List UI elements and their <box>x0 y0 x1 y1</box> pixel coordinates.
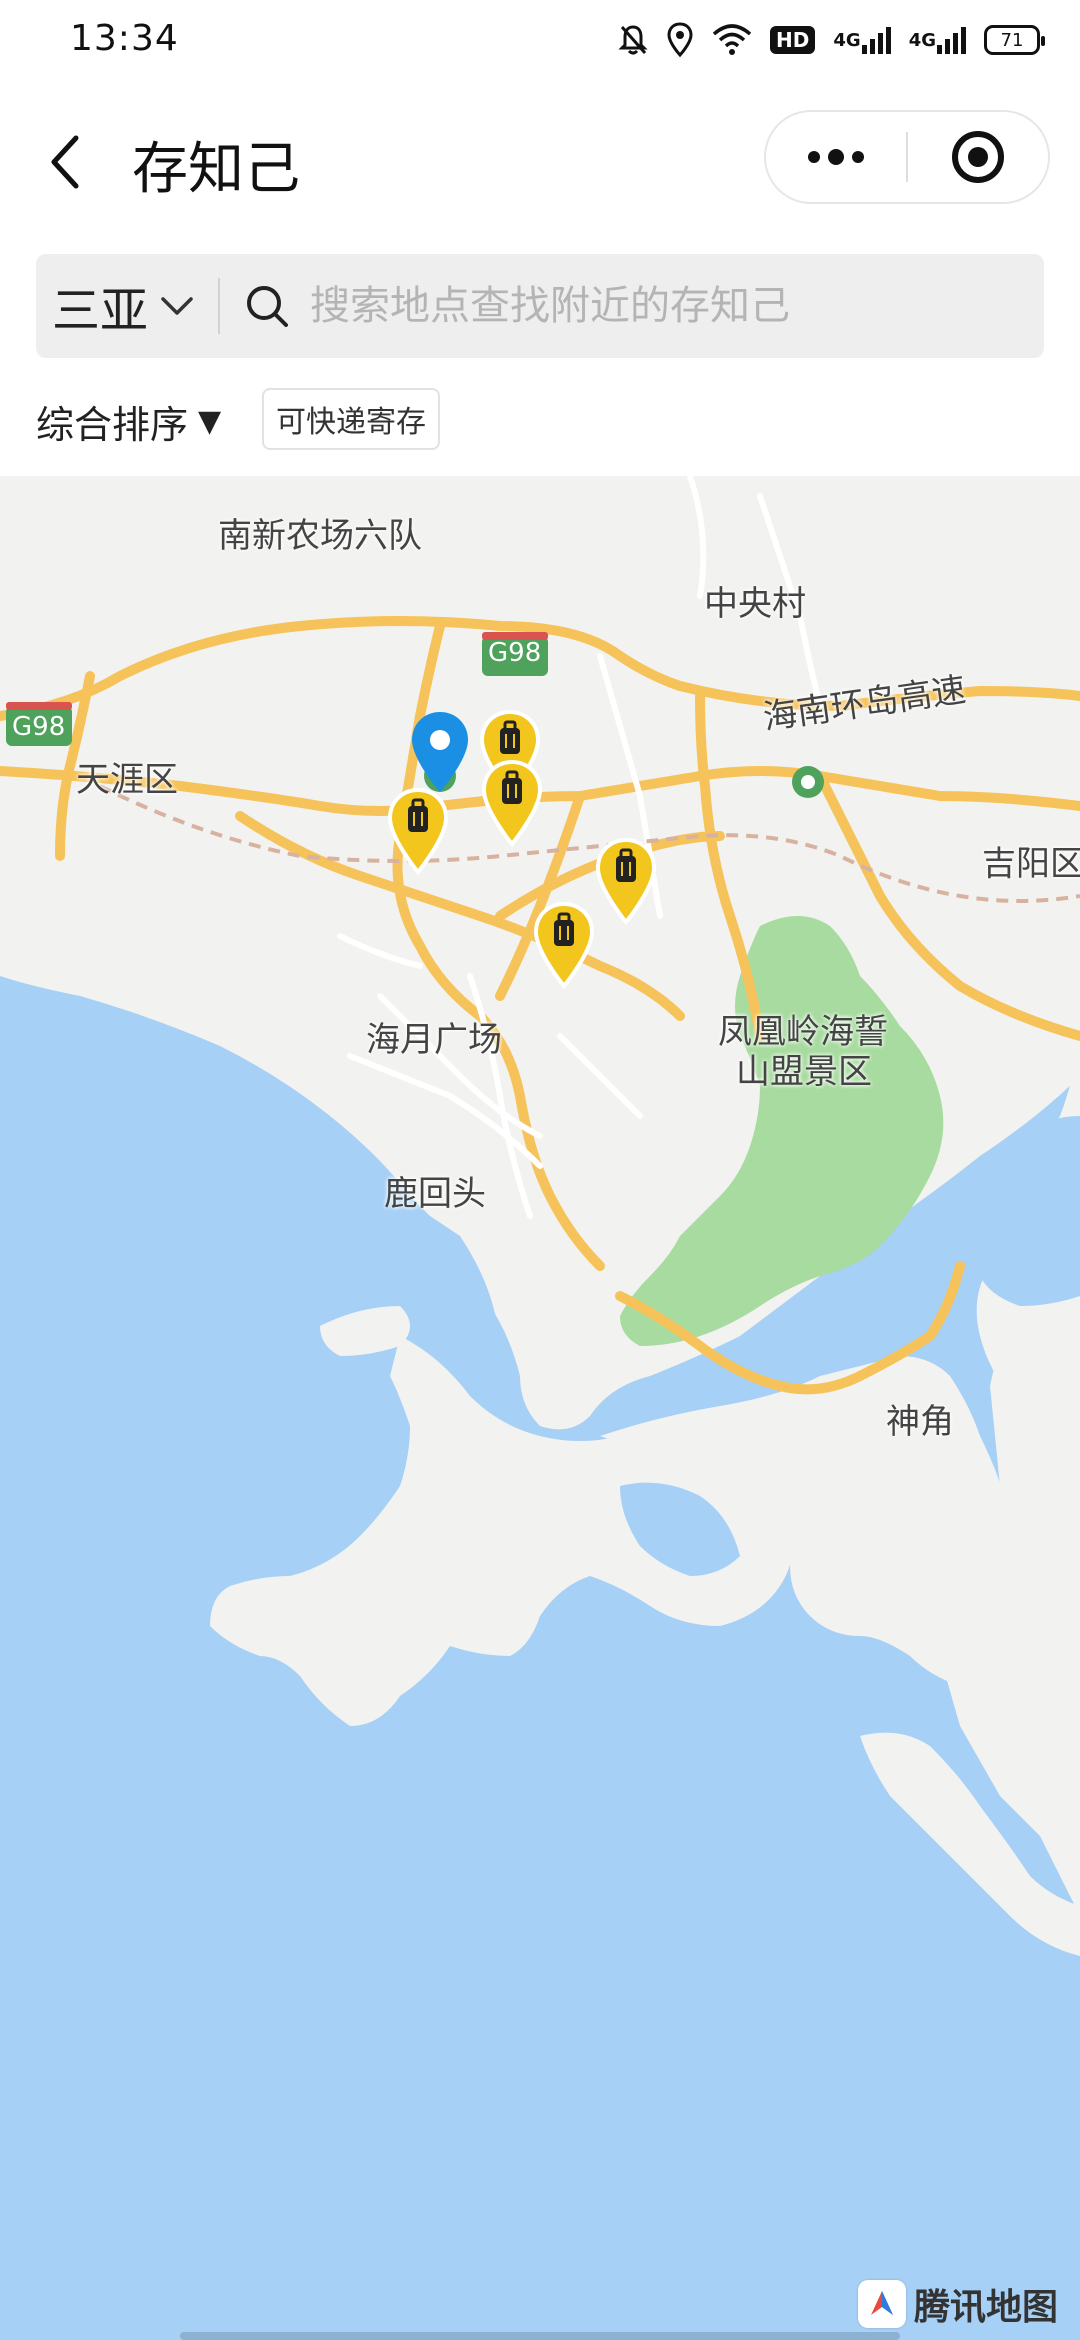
wifi-icon <box>712 24 752 56</box>
highway-shield-g98-top: G98 <box>488 638 542 668</box>
page-title: 存知己 <box>132 137 300 202</box>
map-label-fenghuang-2: 山盟景区 <box>736 1052 872 1092</box>
sort-label: 综合排序 <box>36 403 189 447</box>
hd-icon: HD <box>770 26 816 54</box>
tencent-map-logo: 腾讯地图 <box>857 2278 1058 2330</box>
storage-marker[interactable] <box>594 836 658 928</box>
map-label-luhuitou: 鹿回头 <box>384 1174 486 1214</box>
search-input[interactable] <box>308 282 1013 330</box>
luggage-pin-icon <box>595 837 657 926</box>
sort-dropdown[interactable]: 综合排序 ▼ <box>36 394 221 449</box>
close-button[interactable] <box>908 112 1048 202</box>
city-label: 三亚 <box>52 283 149 339</box>
network-type-2: 4G <box>908 29 936 51</box>
home-indicator[interactable] <box>180 2332 900 2340</box>
more-dots-icon <box>808 149 864 165</box>
chevron-left-icon <box>51 135 79 189</box>
battery-icon: 71 <box>984 25 1045 55</box>
back-button[interactable] <box>40 122 100 202</box>
chevron-down-icon <box>161 297 193 315</box>
filter-bar: 综合排序 ▼ 可快递寄存 <box>0 372 1080 472</box>
luggage-pin-icon <box>387 787 449 876</box>
map-label-shenjiao: 神角 <box>886 1402 954 1442</box>
signal-icon: 4G <box>833 25 891 55</box>
status-time: 13:34 <box>70 18 179 59</box>
more-button[interactable] <box>766 112 906 202</box>
city-selector[interactable]: 三亚 <box>36 254 194 358</box>
mute-icon <box>618 23 648 57</box>
map-label-tianya: 天涯区 <box>76 760 178 800</box>
luggage-pin-icon <box>533 901 595 990</box>
current-location-pin[interactable] <box>408 708 472 798</box>
battery-level: 71 <box>1000 29 1024 51</box>
target-circle-icon <box>951 131 1004 183</box>
storage-marker[interactable] <box>532 900 596 992</box>
storage-marker[interactable] <box>480 758 544 850</box>
logo-text: 腾讯地图 <box>913 2287 1058 2328</box>
highway-shield-g98-left: G98 <box>12 712 66 742</box>
map-view[interactable]: G98 G98 南新农场六队 中央村 海南环岛高速 天涯区 吉阳区 海月广场 凤… <box>0 476 1080 2340</box>
signal-icon-2: 4G <box>909 25 966 55</box>
status-icons: HD 4G 4G 71 <box>618 18 1045 62</box>
status-bar: 13:34 HD 4G 4G 71 <box>0 0 1080 84</box>
storage-marker[interactable] <box>386 786 450 878</box>
express-storage-chip[interactable]: 可快递寄存 <box>262 388 440 450</box>
network-type-1: 4G <box>833 29 861 51</box>
location-icon <box>666 22 694 58</box>
map-label-nanxin: 南新农场六队 <box>218 516 422 556</box>
map-label-haiyue: 海月广场 <box>366 1020 502 1060</box>
map-label-jiyang: 吉阳区 <box>982 844 1080 884</box>
map-label-zhongyang: 中央村 <box>704 584 806 624</box>
title-bar: 存知己 <box>0 84 1080 234</box>
location-pin-icon <box>412 712 468 792</box>
search-separator <box>218 278 221 334</box>
search-bar: 三亚 <box>36 254 1044 358</box>
luggage-pin-icon <box>481 759 543 848</box>
miniprogram-capsule <box>764 110 1050 204</box>
compass-icon <box>857 2280 906 2328</box>
triangle-down-icon: ▼ <box>198 404 222 439</box>
search-icon <box>244 283 290 329</box>
